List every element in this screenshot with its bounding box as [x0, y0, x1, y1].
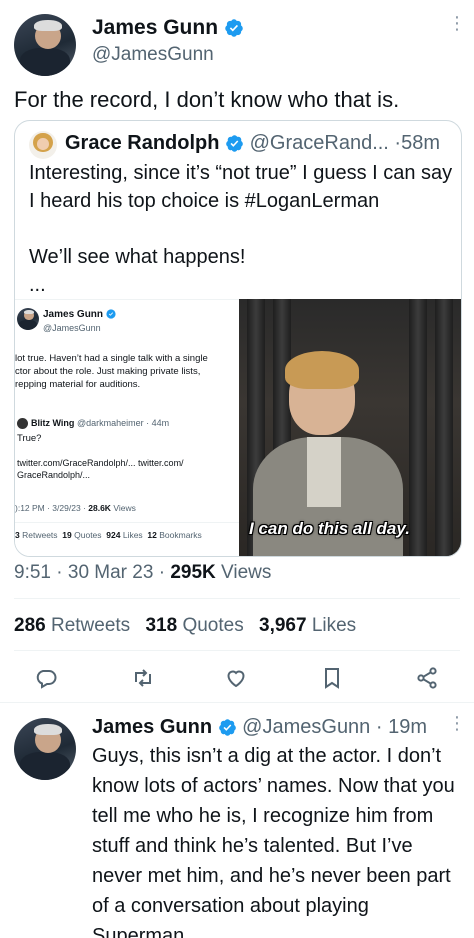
embedded-avatar — [17, 308, 39, 330]
embedded-links: twitter.com/GraceRandolph/... twitter.co… — [17, 457, 184, 481]
quoted-text-line1: Interesting, since it’s “not true” I gue… — [29, 162, 453, 212]
verified-badge-icon — [225, 19, 243, 38]
background-curtain — [409, 299, 427, 556]
author-avatar[interactable] — [14, 14, 76, 76]
embedded-bookmarks-count: 12 — [147, 530, 157, 540]
divider — [0, 702, 474, 703]
embedded-retweets-count: 3 — [15, 530, 20, 540]
views-count: 295K — [170, 562, 216, 583]
quotes-stat[interactable]: 318 Quotes — [145, 615, 243, 636]
embedded-divider — [15, 522, 239, 523]
verified-badge-icon — [106, 309, 116, 319]
quoted-tweet-time: 58m — [401, 132, 440, 154]
quoted-tweet-card[interactable]: Grace Randolph @GraceRand... ·58m Intere… — [14, 120, 462, 557]
retweet-icon[interactable] — [131, 666, 155, 690]
embedded-quotes-count: 19 — [62, 530, 72, 540]
quotes-count: 318 — [145, 615, 178, 636]
embedded-retweets-label: Retweets — [22, 530, 58, 540]
more-options-icon[interactable]: ⋮ — [448, 714, 466, 732]
verified-badge-icon — [218, 719, 236, 736]
embedded-views-count: 28.6K — [88, 503, 111, 513]
embedded-quotes-label: Quotes — [74, 530, 102, 540]
embedded-meta-time: ):12 PM · 3/29/23 · — [15, 503, 86, 513]
timestamp-time: 9:51 — [14, 562, 51, 583]
share-icon[interactable] — [415, 666, 439, 690]
quoted-author-name: Grace Randolph — [65, 132, 220, 154]
background-curtain — [435, 299, 453, 556]
embedded-meta: ):12 PM · 3/29/23 · 28.6K Views — [15, 503, 136, 513]
quoted-tweet-text: Interesting, since it’s “not true” I gue… — [29, 159, 454, 299]
likes-stat[interactable]: 3,967 Likes — [259, 615, 356, 636]
quoted-tweet-header: Grace Randolph @GraceRand... ·58m — [65, 132, 440, 155]
tweet-timestamp[interactable]: 9:51 · 30 Mar 23 · 295K Views — [14, 562, 271, 584]
retweets-label: Retweets — [50, 615, 131, 636]
embedded-author-name: James Gunn — [43, 309, 116, 320]
reply-tweet-header: James Gunn @JamesGunn · 19m — [92, 716, 427, 739]
quoted-text-line2: We’ll see what happens! — [29, 246, 246, 268]
embedded-text-line: ctor about the role. Just making private… — [15, 366, 201, 377]
reply-author-handle[interactable]: @JamesGunn — [242, 716, 370, 738]
meme-person-hair — [285, 351, 359, 389]
quoted-text-ellipsis: ... — [29, 274, 46, 296]
quoted-author-avatar — [29, 131, 57, 159]
retweets-count: 286 — [14, 615, 46, 636]
verified-badge-icon — [226, 135, 243, 152]
embedded-author-name-text: James Gunn — [43, 309, 104, 320]
separator-dot: · — [158, 562, 166, 583]
likes-label: Likes — [311, 615, 357, 636]
more-options-icon[interactable]: ⋮ — [448, 14, 466, 32]
author-name[interactable]: James Gunn — [92, 16, 244, 40]
reply-tweet-time[interactable]: 19m — [388, 716, 427, 738]
embedded-likes-label: Likes — [122, 530, 143, 540]
like-icon[interactable] — [224, 666, 248, 690]
embedded-bookmarks-label: Bookmarks — [159, 530, 202, 540]
embedded-text-line: lot true. Haven’t had a single talk with… — [15, 353, 208, 364]
quotes-label: Quotes — [182, 615, 244, 636]
engagement-stats: 286 Retweets 318 Quotes 3,967 Likes — [14, 615, 356, 637]
likes-count: 3,967 — [259, 615, 307, 636]
author-handle[interactable]: @JamesGunn — [92, 44, 214, 66]
embedded-reply-text: True? — [17, 433, 42, 444]
embedded-reply-header: Blitz Wing @darkmaheimer · 44m — [31, 418, 169, 428]
bookmark-icon[interactable] — [320, 666, 344, 690]
separator-dot: · — [56, 562, 63, 583]
views-label: Views — [221, 562, 272, 583]
embedded-likes-count: 924 — [106, 530, 121, 540]
embedded-link-line: GraceRandolph/... — [17, 470, 91, 480]
divider — [14, 598, 460, 599]
retweets-stat[interactable]: 286 Retweets — [14, 615, 130, 636]
embedded-tweet-text: lot true. Haven’t had a single talk with… — [15, 352, 239, 391]
tweet-text: For the record, I don’t know who that is… — [14, 87, 400, 112]
meme-person-shirt — [307, 437, 341, 507]
embedded-reply-name: Blitz Wing — [31, 418, 75, 428]
embedded-link-line: twitter.com/GraceRandolph/... twitter.co… — [17, 458, 184, 468]
embedded-stats: 3 Retweets 19 Quotes 924 Likes 12 Bookma… — [15, 530, 202, 540]
embedded-author-handle: @JamesGunn — [43, 323, 101, 333]
meme-image[interactable]: I can do this all day. — [239, 299, 461, 556]
embedded-text-line: repping material for auditions. — [15, 379, 141, 390]
embedded-reply-handle: @darkmaheimer · 44m — [76, 418, 170, 428]
reply-icon[interactable] — [34, 666, 58, 690]
divider — [14, 650, 460, 651]
embedded-reply-avatar — [17, 418, 28, 429]
separator-dot: · — [375, 716, 383, 738]
meme-caption: I can do this all day. — [249, 519, 410, 538]
quoted-author-handle: @GraceRand... — [249, 132, 389, 154]
timestamp-date: 30 Mar 23 — [67, 562, 154, 583]
reply-tweet-text: Guys, this isn’t a dig at the actor. I d… — [92, 745, 455, 938]
reply-author-name[interactable]: James Gunn — [92, 716, 212, 738]
author-name-text: James Gunn — [92, 16, 219, 39]
embedded-screenshot-image[interactable]: James Gunn @JamesGunn lot true. Haven’t … — [15, 299, 239, 556]
reply-author-avatar[interactable] — [14, 718, 76, 780]
embedded-views-label: Views — [113, 503, 136, 513]
